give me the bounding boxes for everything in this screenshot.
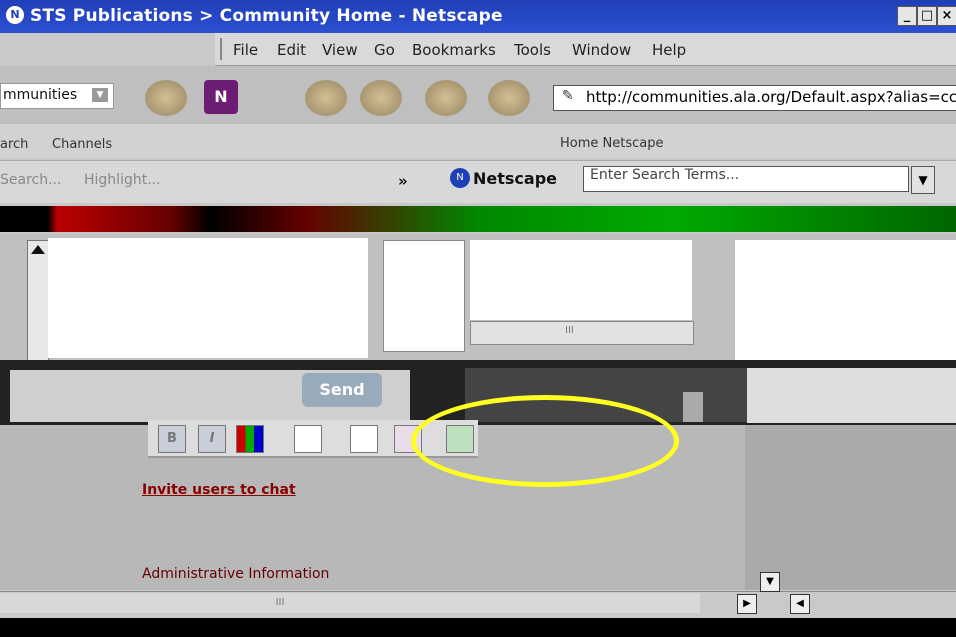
- insert-image-icon[interactable]: [350, 425, 378, 453]
- maximize-button[interactable]: □: [917, 6, 937, 26]
- scroll-right-icon[interactable]: ▶: [737, 594, 757, 614]
- status-bar: [0, 618, 956, 637]
- search-dropdown-chevron-icon[interactable]: ▼: [911, 166, 935, 194]
- scroll-up-icon[interactable]: [31, 245, 45, 254]
- netscape-search-input[interactable]: Enter Search Terms...: [583, 166, 909, 192]
- url-text: http://communities.ala.org/Default.aspx?…: [586, 88, 956, 106]
- right-panel-lower: [745, 425, 956, 590]
- stop-icon[interactable]: [425, 80, 467, 116]
- netscape-search-icon: N: [450, 168, 470, 188]
- message-preview-pane: [470, 240, 692, 320]
- menu-view[interactable]: View: [322, 41, 358, 59]
- chat-messages-pane: [48, 238, 368, 358]
- pane-horizontal-scrollbar[interactable]: III: [470, 321, 694, 345]
- menu-help[interactable]: Help: [652, 41, 686, 59]
- chat-scroll-thumb[interactable]: [683, 392, 703, 422]
- netscape-app-icon: N: [6, 6, 24, 24]
- menu-window[interactable]: Window: [572, 41, 631, 59]
- menu-tools[interactable]: Tools: [514, 41, 551, 59]
- menu-file[interactable]: File: [233, 41, 258, 59]
- page-proxy-icon[interactable]: ✎: [562, 88, 574, 104]
- highlight-button[interactable]: Highlight...: [84, 172, 161, 188]
- menu-go[interactable]: Go: [374, 41, 395, 59]
- italic-button[interactable]: I: [198, 425, 226, 453]
- administrative-information-link[interactable]: Administrative Information: [142, 566, 329, 582]
- chevron-down-icon[interactable]: ▼: [92, 88, 108, 102]
- insert-link-icon[interactable]: [294, 425, 322, 453]
- bold-button[interactable]: B: [158, 425, 186, 453]
- back-icon[interactable]: [145, 80, 187, 116]
- invite-users-link[interactable]: Invite users to chat: [142, 482, 296, 498]
- tab-channels[interactable]: Channels: [52, 137, 112, 152]
- search-input[interactable]: Search...: [0, 172, 61, 188]
- more-chevron-icon[interactable]: »: [398, 172, 408, 190]
- window-title: STS Publications > Community Home - Nets…: [30, 6, 503, 26]
- side-panel: [735, 240, 956, 365]
- personal-toolbar[interactable]: Home Netscape: [560, 136, 663, 151]
- left-vertical-scrollbar[interactable]: [27, 240, 49, 367]
- menu-edit[interactable]: Edit: [277, 41, 306, 59]
- menu-grip[interactable]: [220, 38, 228, 60]
- send-button[interactable]: Send: [302, 373, 382, 407]
- netscape-logo-icon[interactable]: N: [204, 80, 238, 114]
- color-picker-icon[interactable]: [236, 425, 264, 453]
- print-icon[interactable]: [488, 80, 530, 116]
- side-info-panel: [747, 368, 956, 423]
- netscape-search-dropdown[interactable]: Netscape: [473, 169, 557, 188]
- menu-bookmarks[interactable]: Bookmarks: [412, 41, 496, 59]
- tab-search[interactable]: arch: [0, 137, 28, 152]
- minimize-button[interactable]: _: [897, 6, 917, 26]
- horizontal-scroll-thumb[interactable]: III: [250, 593, 310, 613]
- annotation-highlight-circle: [411, 395, 679, 487]
- horizontal-scrollbar[interactable]: [0, 593, 700, 613]
- site-banner-strip: [0, 206, 956, 232]
- scroll-down-icon[interactable]: ▼: [760, 572, 780, 592]
- close-button[interactable]: ×: [937, 6, 956, 26]
- forward-icon[interactable]: [305, 80, 347, 116]
- reload-icon[interactable]: [360, 80, 402, 116]
- scroll-left-icon[interactable]: ◀: [790, 594, 810, 614]
- tabs-row: [0, 124, 956, 158]
- toolbar-left-fragment: [0, 33, 215, 65]
- communities-dropdown-label: mmunities: [3, 87, 78, 103]
- pane-scroll-thumb[interactable]: III: [565, 325, 574, 336]
- user-list-pane: [383, 240, 465, 352]
